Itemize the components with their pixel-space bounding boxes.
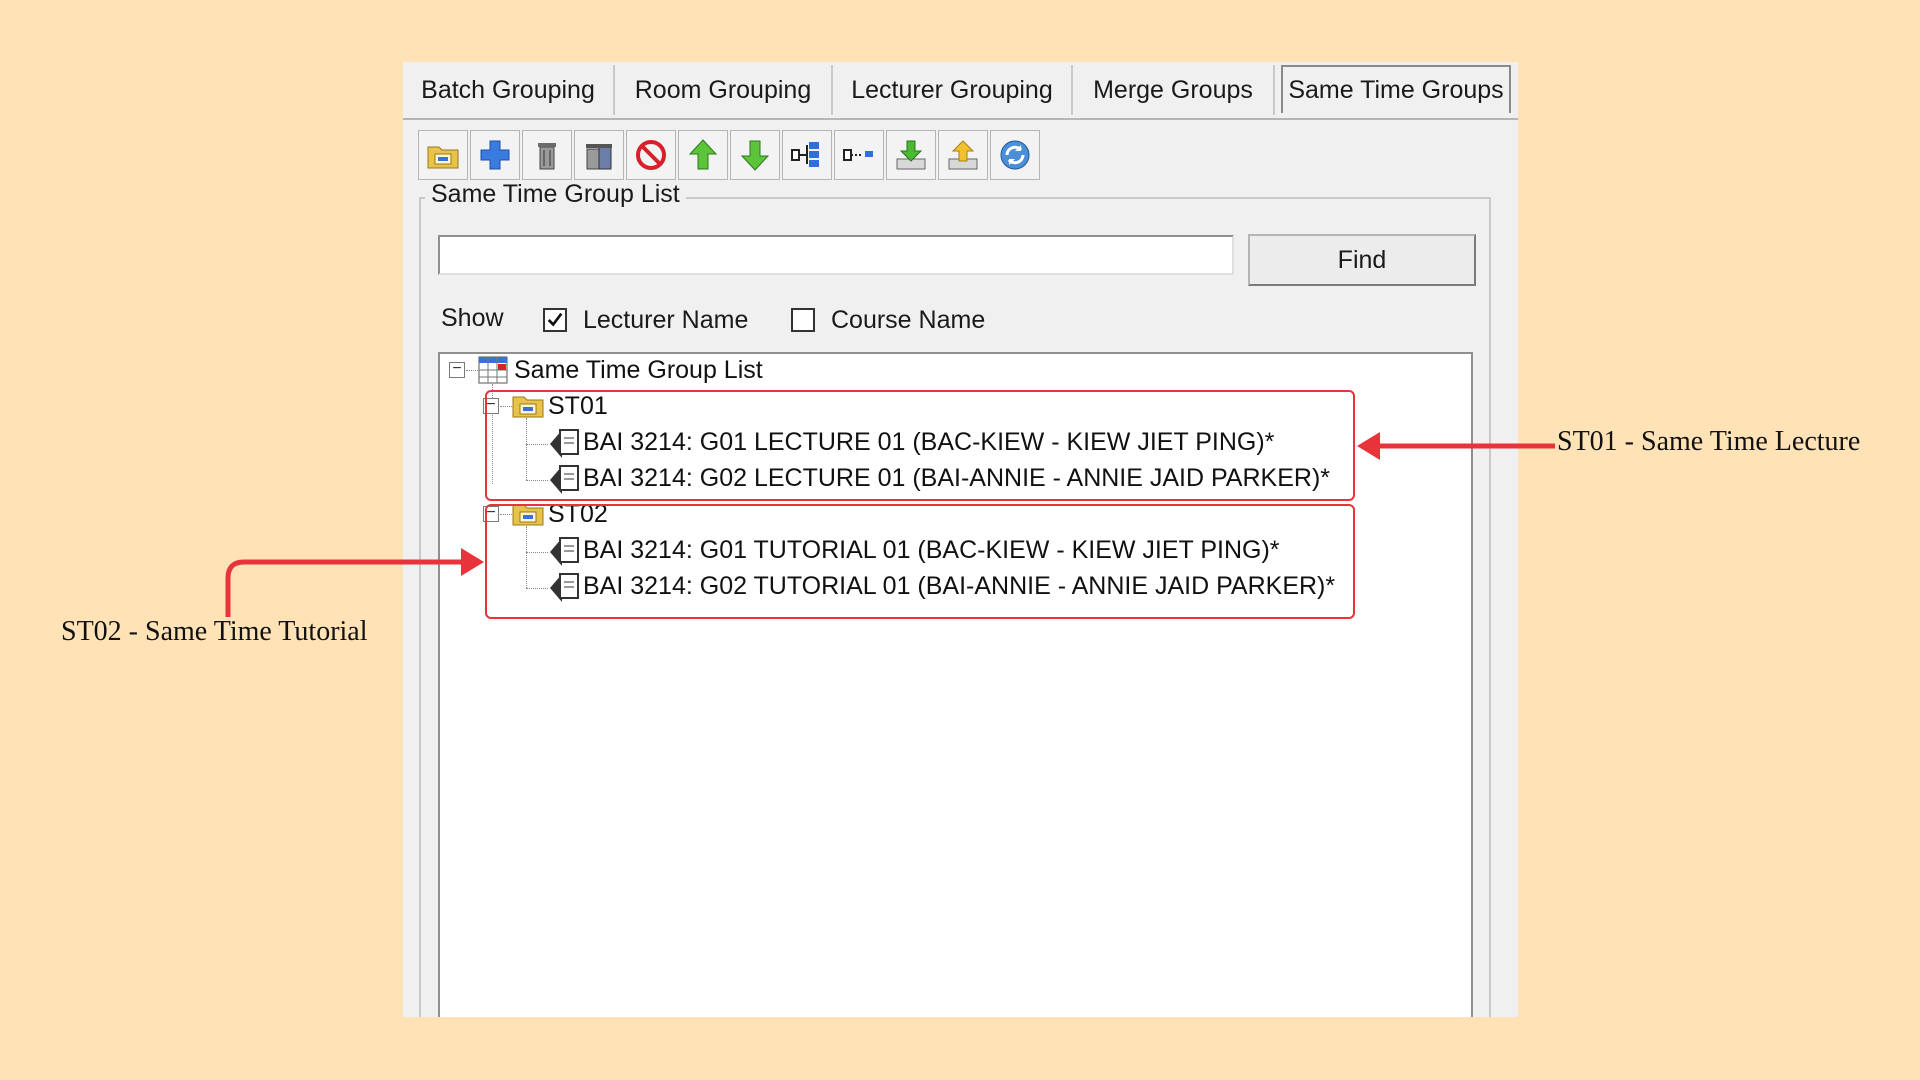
move-up-button[interactable]	[678, 130, 728, 180]
st01-annotation: ST01 - Same Time Lecture	[1557, 426, 1861, 457]
search-input[interactable]	[438, 235, 1234, 275]
export-button[interactable]	[938, 130, 988, 180]
tab-same-time-groups[interactable]: Same Time Groups	[1281, 65, 1511, 113]
find-button[interactable]: Find	[1248, 234, 1476, 286]
expand-icon	[791, 142, 819, 167]
export-icon	[948, 140, 978, 170]
add-button[interactable]	[470, 130, 520, 180]
import-icon	[896, 140, 926, 170]
course-name-label: Course Name	[831, 306, 986, 334]
stop-button[interactable]	[626, 130, 676, 180]
tab-room-grouping[interactable]: Room Grouping	[615, 65, 833, 115]
refresh-icon	[1000, 140, 1030, 170]
show-label: Show	[441, 304, 504, 332]
remove-button[interactable]	[522, 130, 572, 180]
open-button[interactable]	[418, 130, 468, 180]
course-name-checkbox[interactable]	[791, 308, 815, 332]
move-down-button[interactable]	[730, 130, 780, 180]
tab-divider	[403, 118, 1518, 120]
checkmark-icon	[547, 312, 563, 327]
root-collapse-toggle[interactable]: −	[449, 361, 465, 378]
tree-line	[466, 370, 478, 371]
lecturer-name-checkbox[interactable]	[543, 308, 567, 332]
lecturer-name-label: Lecturer Name	[583, 306, 749, 334]
tab-strip: Batch Grouping Room Grouping Lecturer Gr…	[403, 62, 1518, 122]
arrow-up-icon	[688, 139, 718, 170]
tab-lecturer-grouping[interactable]: Lecturer Grouping	[833, 65, 1073, 115]
tab-batch-grouping[interactable]: Batch Grouping	[403, 65, 615, 115]
tab-merge-groups[interactable]: Merge Groups	[1073, 65, 1275, 115]
tree-root-label[interactable]: Same Time Group List	[514, 356, 763, 385]
open-folder-icon	[427, 146, 459, 169]
collapse-button[interactable]	[834, 130, 884, 180]
collapse-icon	[843, 149, 873, 161]
add-icon	[480, 140, 510, 170]
st02-annotation: ST02 - Same Time Tutorial	[61, 616, 368, 647]
arrow-down-icon	[740, 140, 770, 171]
refresh-button[interactable]	[990, 130, 1040, 180]
table-icon	[478, 356, 508, 384]
remove-icon	[538, 143, 556, 170]
group-box-title: Same Time Group List	[425, 180, 686, 209]
st02-highlight-box	[485, 504, 1355, 619]
remove-all-icon	[586, 144, 612, 170]
st01-highlight-box	[485, 390, 1355, 501]
remove-all-button[interactable]	[574, 130, 624, 180]
expand-button[interactable]	[782, 130, 832, 180]
import-button[interactable]	[886, 130, 936, 180]
stop-icon	[636, 140, 666, 170]
